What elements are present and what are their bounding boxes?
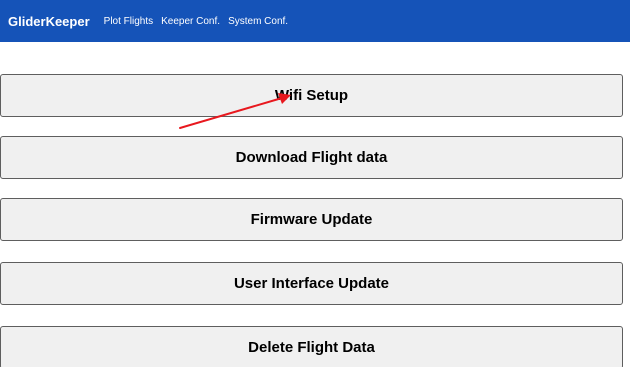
- red-arrow-icon: [179, 93, 291, 129]
- nav-link-keeper-conf[interactable]: Keeper Conf.: [161, 16, 220, 27]
- wifi-setup-button[interactable]: Wifi Setup: [0, 74, 623, 117]
- download-flight-data-button[interactable]: Download Flight data: [0, 136, 623, 179]
- top-navbar: GliderKeeper Plot Flights Keeper Conf. S…: [0, 0, 630, 42]
- user-interface-update-button[interactable]: User Interface Update: [0, 262, 623, 305]
- nav-link-plot-flights[interactable]: Plot Flights: [104, 16, 153, 27]
- firmware-update-button[interactable]: Firmware Update: [0, 198, 623, 241]
- nav-link-system-conf[interactable]: System Conf.: [228, 16, 288, 27]
- delete-flight-data-button[interactable]: Delete Flight Data: [0, 326, 623, 367]
- brand-link[interactable]: GliderKeeper: [8, 14, 90, 29]
- app-page: GliderKeeper Plot Flights Keeper Conf. S…: [0, 0, 630, 367]
